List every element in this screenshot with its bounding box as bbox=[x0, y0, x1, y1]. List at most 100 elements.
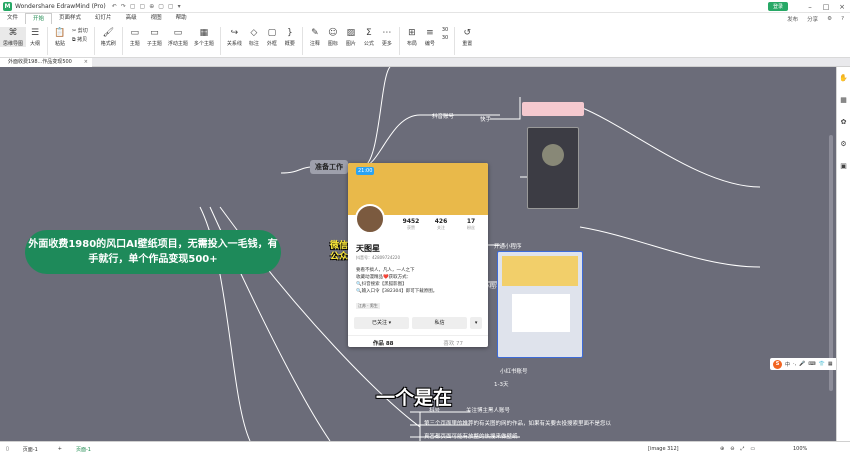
reset-button[interactable]: ↺ 重置 bbox=[458, 27, 476, 47]
close-tab-icon[interactable]: × bbox=[84, 58, 88, 67]
quick-access-icon-4[interactable]: ⊕ bbox=[149, 3, 154, 10]
stat-value: 17 bbox=[466, 218, 476, 225]
quick-access-icon-1[interactable]: ↷ bbox=[121, 3, 126, 10]
quick-access-icon-2[interactable]: ▢ bbox=[130, 3, 136, 10]
topic-label[interactable]: 关注博主黑人账号 bbox=[466, 406, 510, 414]
subtopic-button[interactable]: ▭ 子主题 bbox=[144, 27, 165, 47]
ime-item-5[interactable]: ▦ bbox=[828, 361, 833, 367]
follow-button[interactable]: 已关注 ▾ bbox=[354, 317, 410, 329]
quick-access-icon-7[interactable]: ▾ bbox=[178, 3, 181, 10]
sidebar-tool-icon-2[interactable]: ✿ bbox=[837, 111, 850, 133]
ime-item-2[interactable]: 🎤 bbox=[799, 361, 805, 367]
layout-button[interactable]: ⊞ 布局 bbox=[403, 27, 421, 47]
status-icon-2[interactable]: ⤢ bbox=[740, 446, 744, 452]
page-tab[interactable]: 页面-1 bbox=[76, 446, 91, 453]
close-icon[interactable]: × bbox=[834, 3, 850, 11]
maximize-icon[interactable]: □ bbox=[818, 3, 834, 11]
cut-button[interactable]: ✂ 剪切 bbox=[72, 27, 88, 34]
minimize-icon[interactable]: – bbox=[802, 3, 818, 11]
likes-tab[interactable]: 喜欢 77 bbox=[443, 339, 463, 347]
menu-item-5[interactable]: 视图 bbox=[144, 13, 169, 24]
status-icon-1[interactable]: ⊖ bbox=[730, 446, 734, 452]
callout-icon: ◇ bbox=[250, 28, 258, 38]
selected-thumbnail[interactable] bbox=[497, 251, 583, 358]
menu-item-4[interactable]: 高级 bbox=[119, 13, 144, 24]
ime-item-0[interactable]: 中 bbox=[785, 361, 790, 368]
topic-label[interactable]: 第三个页面里的推荐的有关图的网的作品，如果有关要去投搜索里面不是您以 bbox=[424, 419, 611, 427]
app-title: Wondershare EdrawMind (Pro) bbox=[15, 2, 106, 10]
vertical-scrollbar[interactable] bbox=[829, 135, 833, 391]
topic-label[interactable]: 快手 bbox=[480, 115, 491, 123]
status-icon-0[interactable]: ⊕ bbox=[720, 446, 724, 452]
works-tab[interactable]: 作品 88 bbox=[373, 339, 394, 347]
topic-main[interactable]: 准备工作 bbox=[310, 160, 348, 174]
thumbnail-banner bbox=[522, 102, 584, 116]
menu-item-6[interactable]: 帮助 bbox=[169, 13, 194, 24]
menu-item-2[interactable]: 页面样式 bbox=[52, 13, 88, 24]
note-button[interactable]: ✎ 注释 bbox=[306, 27, 324, 47]
multi-topic-button[interactable]: ▦ 多个主题 bbox=[191, 27, 217, 47]
summary-icon: } bbox=[287, 28, 293, 38]
quick-access-icon-6[interactable]: ▢ bbox=[168, 3, 174, 10]
picture-label: 图片 bbox=[345, 41, 356, 47]
add-page-button[interactable]: + bbox=[58, 446, 62, 452]
more-button[interactable]: ▾ bbox=[470, 317, 482, 329]
format-painter-button[interactable]: 🖌 格式刷 bbox=[98, 27, 119, 47]
ime-item-1[interactable]: ·, bbox=[793, 361, 796, 367]
time-badge: 21:00 bbox=[356, 167, 375, 175]
floating-topic-button[interactable]: ▭ 浮动主题 bbox=[165, 27, 191, 47]
publish-button[interactable]: 发布 bbox=[787, 15, 798, 23]
topic-label[interactable]: 开通小程序 bbox=[494, 242, 522, 250]
status-icon-3[interactable]: ▭ bbox=[750, 446, 755, 452]
sidebar-tool-icon-1[interactable]: ▦ bbox=[837, 89, 850, 111]
ime-toolbar[interactable]: S 中 ·, 🎤 ⌨ 👕 ▦ bbox=[770, 358, 840, 370]
mindmap-button[interactable]: ⌘ 思维导图 bbox=[0, 27, 27, 47]
clipboard-small-group: ✂ 剪切 ⧉ 拷贝 bbox=[69, 27, 91, 43]
marker-button[interactable]: ☺ 图标 bbox=[324, 27, 342, 47]
sidebar-tool-icon-3[interactable]: ⚙ bbox=[837, 133, 850, 155]
topic-icon: ▭ bbox=[130, 28, 140, 38]
relationship-button[interactable]: ↪ 关系线 bbox=[224, 27, 245, 47]
outline-button[interactable]: ☰ 大纲 bbox=[26, 27, 44, 47]
share-button[interactable]: 分享 bbox=[807, 15, 818, 23]
profile-stats: 9452 获赞 426 关注 17 粉丝 bbox=[396, 218, 486, 231]
zoom-level[interactable]: 100% bbox=[793, 446, 807, 452]
summary-button[interactable]: } 概要 bbox=[281, 27, 299, 47]
page-panel-icon[interactable]: ▯ bbox=[6, 446, 9, 452]
quick-access-icon-0[interactable]: ↶ bbox=[112, 3, 117, 10]
copy-button[interactable]: ⧉ 拷贝 bbox=[72, 36, 88, 43]
quick-access-icon-5[interactable]: ▢ bbox=[158, 3, 164, 10]
boundary-button[interactable]: ▢ 外框 bbox=[263, 27, 281, 47]
boundary-label: 外框 bbox=[266, 41, 277, 47]
spacing-value-1[interactable]: 30 bbox=[442, 35, 448, 41]
paste-button[interactable]: 📋 粘贴 bbox=[51, 27, 69, 47]
topic-label[interactable]: 真答都页面可能有放整的热搜来做壁纸 bbox=[424, 432, 518, 440]
more-button[interactable]: ⋯ 更多 bbox=[378, 27, 396, 47]
spacing-value-0[interactable]: 30 bbox=[442, 27, 448, 33]
quick-access-icon-3[interactable]: ▢ bbox=[140, 3, 146, 10]
callout-button[interactable]: ◇ 标注 bbox=[245, 27, 263, 47]
login-button[interactable]: 登录 bbox=[767, 2, 788, 11]
menu-item-1[interactable]: 开始 bbox=[25, 13, 53, 24]
page-selector[interactable]: 页面-1 bbox=[23, 446, 38, 453]
stat-0: 9452 获赞 bbox=[396, 218, 426, 231]
settings-icon[interactable]: ⚙ bbox=[827, 16, 832, 22]
formula-button[interactable]: Σ 公式 bbox=[360, 27, 378, 47]
sidebar-tool-icon-4[interactable]: ▣ bbox=[837, 155, 850, 177]
central-topic[interactable]: 外面收费1980的风口AI壁纸项目，无需投入一毛钱，有手就行，单个作品变现500… bbox=[25, 230, 281, 274]
help-icon[interactable]: ? bbox=[841, 16, 844, 22]
sidebar-tool-icon-0[interactable]: ✋ bbox=[837, 67, 850, 89]
numbering-button[interactable]: ≡ 编号 bbox=[421, 27, 439, 47]
menu-item-3[interactable]: 幻灯片 bbox=[88, 13, 119, 24]
menu-item-0[interactable]: 文件 bbox=[0, 13, 25, 24]
document-tab[interactable]: 外面收费198...作品变现500 × bbox=[0, 58, 92, 67]
ime-item-4[interactable]: 👕 bbox=[819, 361, 825, 367]
topic-label[interactable]: 抖音账号 bbox=[432, 112, 454, 120]
topic-label[interactable]: 1-3天 bbox=[494, 380, 508, 388]
message-button[interactable]: 私信 bbox=[412, 317, 468, 329]
picture-button[interactable]: ▨ 图片 bbox=[342, 27, 360, 47]
topic-button[interactable]: ▭ 主题 bbox=[126, 27, 144, 47]
topic-label[interactable]: 小红书账号 bbox=[500, 367, 528, 375]
ime-item-3[interactable]: ⌨ bbox=[808, 361, 815, 367]
thumbnail-avatar bbox=[542, 144, 564, 166]
